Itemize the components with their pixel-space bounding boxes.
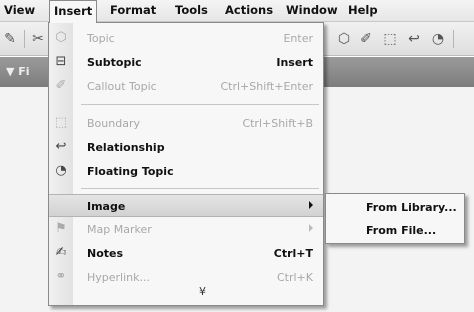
- menu-item-label: Hyperlink...: [87, 271, 150, 284]
- submenu-item-label: From Library...: [366, 201, 457, 214]
- menu-view[interactable]: View: [0, 0, 39, 22]
- toolbar-cut-icon[interactable]: ✂: [30, 31, 46, 47]
- relationship-icon: ↩: [55, 139, 67, 154]
- menu-tools[interactable]: Tools: [171, 0, 212, 22]
- menu-item-callout-topic[interactable]: ✐ Callout Topic Ctrl+Shift+Enter: [49, 75, 323, 98]
- menu-item-shortcut: Enter: [283, 32, 313, 45]
- menu-item-subtopic[interactable]: ⊟ Subtopic Insert: [49, 51, 323, 74]
- menu-help[interactable]: Help: [344, 0, 382, 22]
- toolbar-topic-icon[interactable]: ⬡: [336, 31, 352, 47]
- notes-icon: ✍: [55, 245, 67, 260]
- toolbar-boundary-icon[interactable]: ⬚: [382, 31, 398, 47]
- map-marker-icon: ⚑: [55, 221, 67, 236]
- menu-item-relationship[interactable]: ↩ Relationship: [49, 136, 323, 159]
- menu-window[interactable]: Window: [282, 0, 342, 22]
- topic-icon: ⬡: [55, 30, 67, 45]
- menu-item-shortcut: Ctrl+T: [273, 247, 313, 260]
- menu-item-label: Map Marker: [87, 223, 152, 236]
- menu-item-shortcut: Insert: [276, 56, 313, 69]
- workbook-tab-label[interactable]: ▼ Fi: [6, 65, 30, 78]
- toolbar-tool-icon[interactable]: ✎: [2, 31, 18, 47]
- tab-icon: ▼: [6, 65, 19, 78]
- menu-insert[interactable]: Insert: [49, 0, 98, 23]
- image-submenu: From Library... From File...: [325, 193, 465, 244]
- menu-item-notes[interactable]: ✍ Notes Ctrl+T: [49, 242, 323, 265]
- subtopic-icon: ⊟: [55, 54, 67, 69]
- menu-item-label: Floating Topic: [87, 165, 174, 178]
- menu-item-label: Relationship: [87, 141, 165, 154]
- menu-item-map-marker[interactable]: ⚑ Map Marker: [49, 218, 323, 241]
- menu-item-shortcut: Ctrl+Shift+Enter: [220, 80, 313, 93]
- submenu-item-from-library[interactable]: From Library...: [326, 196, 464, 219]
- submenu-arrow-icon: [309, 224, 313, 232]
- menu-actions[interactable]: Actions: [221, 0, 277, 22]
- menu-item-label: Topic: [87, 32, 115, 45]
- menu-item-label: Boundary: [87, 117, 140, 130]
- menu-item-floating-topic[interactable]: ◔ Floating Topic: [49, 160, 323, 183]
- menu-item-shortcut: Ctrl+K: [276, 271, 313, 284]
- submenu-item-from-file[interactable]: From File...: [326, 219, 464, 242]
- boundary-icon: ⬚: [54, 115, 68, 130]
- menu-bar: View Insert Format Tools Actions Window …: [0, 0, 474, 23]
- toolbar-separator: [24, 30, 25, 48]
- toolbar-separator: [453, 30, 454, 48]
- menu-item-label: Callout Topic: [87, 80, 157, 93]
- menu-item-boundary[interactable]: ⬚ Boundary Ctrl+Shift+B: [49, 112, 323, 135]
- hyperlink-icon: ⚭: [55, 269, 67, 284]
- menu-item-label: Notes: [87, 247, 124, 260]
- submenu-arrow-icon: [309, 201, 313, 209]
- menu-item-hyperlink[interactable]: ⚭ Hyperlink... Ctrl+K: [49, 266, 323, 289]
- menu-item-shortcut: Ctrl+Shift+B: [242, 117, 313, 130]
- menu-separator: [81, 104, 319, 105]
- submenu-item-label: From File...: [366, 224, 437, 237]
- expand-menu-chevron-icon[interactable]: ¥: [199, 285, 206, 298]
- menu-item-image[interactable]: Image: [49, 194, 323, 217]
- insert-menu: ⬡ Topic Enter ⊟ Subtopic Insert ✐ Callou…: [48, 22, 324, 306]
- toolbar-relationship-icon[interactable]: ↩: [406, 31, 422, 47]
- menu-separator: [81, 188, 319, 189]
- menu-format[interactable]: Format: [106, 0, 160, 22]
- tab-title: Fi: [18, 65, 30, 78]
- menu-item-topic[interactable]: ⬡ Topic Enter: [49, 27, 323, 50]
- callout-topic-icon: ✐: [55, 78, 67, 93]
- floating-topic-icon: ◔: [55, 163, 67, 178]
- menu-item-label: Subtopic: [87, 56, 142, 69]
- toolbar-callout-icon[interactable]: ✐: [358, 31, 374, 47]
- menu-item-label: Image: [87, 200, 126, 213]
- toolbar-floating-topic-icon[interactable]: ◔: [430, 31, 446, 47]
